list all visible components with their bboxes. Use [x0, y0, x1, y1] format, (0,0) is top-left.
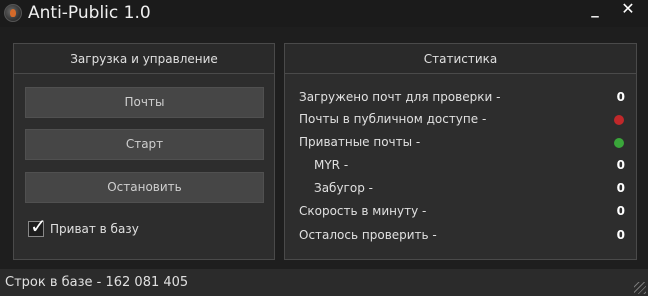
red-indicator-icon [614, 115, 624, 125]
stat-label: Почты в публичном доступе - [299, 112, 487, 126]
stat-value: 0 [616, 228, 625, 242]
stat-row-public: Почты в публичном доступе - [299, 110, 625, 130]
stop-button[interactable]: Остановить [25, 172, 264, 203]
status-bar: Строк в базе - 162 081 405 [0, 269, 648, 296]
stat-label: Загружено почт для проверки - [299, 90, 501, 104]
window-title: Anti-Public 1.0 [28, 3, 151, 23]
app-window: Anti-Public 1.0 _ ✕ Загрузка и управлени… [0, 0, 648, 296]
stat-value: 0 [616, 181, 625, 195]
statistics-header: Статистика [285, 44, 636, 74]
private-to-db-checkbox-row[interactable]: ✓ Приват в базу [28, 216, 139, 239]
stat-value: 0 [616, 158, 625, 172]
load-control-panel: Загрузка и управление Почты Старт Остано… [13, 43, 275, 260]
stat-label: Забугор - [314, 181, 373, 195]
start-button[interactable]: Старт [25, 129, 264, 160]
stat-value: 0 [616, 90, 625, 104]
statistics-panel: Статистика Загружено почт для проверки -… [284, 43, 637, 260]
stat-label: Скорость в минуту - [299, 204, 427, 218]
title-bar[interactable]: Anti-Public 1.0 _ ✕ [0, 0, 648, 27]
stat-row-myr: MYR - 0 [299, 156, 625, 176]
mails-button[interactable]: Почты [25, 87, 264, 118]
stat-value: 0 [616, 204, 625, 218]
stat-row-speed: Скорость в минуту - 0 [299, 202, 625, 222]
db-row-count: Строк в базе - 162 081 405 [5, 275, 189, 290]
private-to-db-label: Приват в базу [50, 222, 139, 236]
stat-label: Осталось проверить - [299, 228, 437, 242]
stat-label: MYR - [314, 158, 349, 172]
stat-row-loaded: Загружено почт для проверки - 0 [299, 88, 625, 108]
green-indicator-icon [614, 138, 624, 148]
checkmark-icon: ✓ [30, 214, 47, 238]
client-area: Загрузка и управление Почты Старт Остано… [0, 27, 648, 269]
stat-row-remaining: Осталось проверить - 0 [299, 226, 625, 246]
stat-row-private: Приватные почты - [299, 133, 625, 153]
private-to-db-checkbox[interactable]: ✓ [28, 216, 47, 237]
stat-row-abroad: Забугор - 0 [299, 179, 625, 199]
app-logo-icon [4, 4, 22, 22]
resize-grip-icon[interactable] [634, 282, 646, 294]
minimize-button[interactable]: _ [580, 0, 610, 20]
close-button[interactable]: ✕ [613, 0, 643, 20]
stat-label: Приватные почты - [299, 135, 421, 149]
load-control-header: Загрузка и управление [14, 44, 274, 74]
